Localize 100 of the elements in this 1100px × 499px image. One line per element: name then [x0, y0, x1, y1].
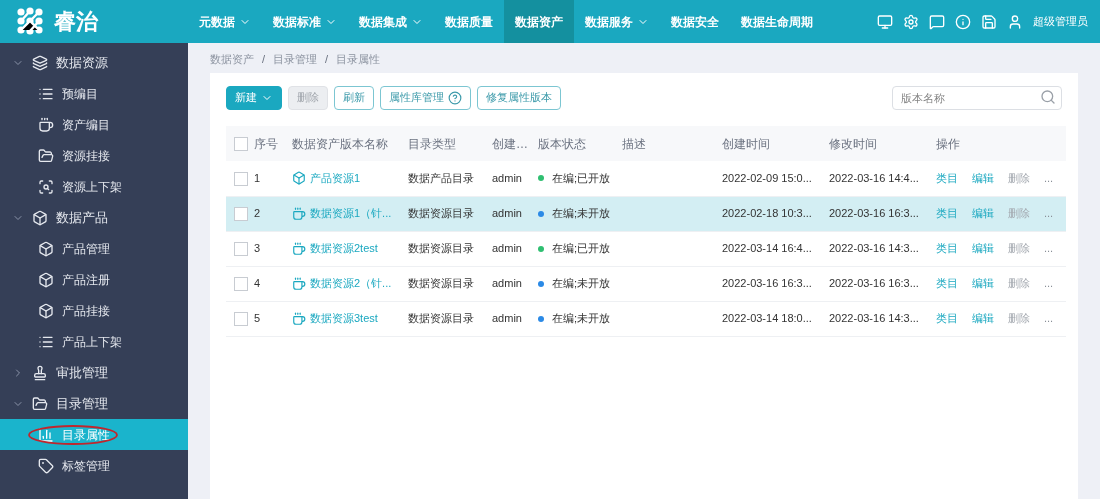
table-cell: 2022-03-16 14:3...: [829, 231, 936, 266]
status-text: 在编;已开放: [552, 171, 611, 186]
sidebar-item[interactable]: 预编目: [0, 78, 188, 109]
version-link[interactable]: 数据资源3test: [310, 310, 378, 327]
action-link[interactable]: 编辑: [972, 310, 994, 327]
version-link[interactable]: 数据资源2test: [310, 240, 378, 257]
action-link[interactable]: 删除: [1008, 275, 1030, 292]
action-link[interactable]: ...: [1044, 275, 1054, 292]
version-link[interactable]: 数据资源2（针...: [310, 275, 392, 292]
table-cell: 1: [254, 161, 292, 196]
action-link[interactable]: 删除: [1008, 240, 1030, 257]
sidebar-item[interactable]: 产品挂接: [0, 295, 188, 326]
sidebar-group[interactable]: 目录管理: [0, 388, 188, 419]
table-cell: 2022-03-16 16:3...: [829, 266, 936, 301]
toolbar-button[interactable]: 属性库管理: [380, 85, 471, 110]
nav-tab[interactable]: 数据质量: [434, 0, 504, 43]
cube-icon: [32, 209, 48, 226]
item-label: 产品管理: [62, 240, 110, 258]
nav-tab[interactable]: 元数据: [188, 0, 262, 43]
row-checkbox[interactable]: [234, 277, 248, 292]
sidebar-group[interactable]: 数据产品: [0, 202, 188, 233]
sidebar-item[interactable]: 资源挂接: [0, 140, 188, 171]
cube-icon: [38, 240, 54, 257]
column-header: 目录类型: [408, 126, 492, 161]
sidebar-item[interactable]: 目录属性: [0, 419, 188, 450]
table-cell: 数据资源目录: [408, 231, 492, 266]
action-link[interactable]: 类目: [936, 170, 958, 187]
sidebar-group[interactable]: 审批管理: [0, 357, 188, 388]
sidebar-item[interactable]: 产品管理: [0, 233, 188, 264]
table-cell: 数据资源目录: [408, 266, 492, 301]
action-link[interactable]: 删除: [1008, 205, 1030, 222]
sidebar-item[interactable]: 产品上下架: [0, 326, 188, 357]
action-link[interactable]: 类目: [936, 240, 958, 257]
row-checkbox[interactable]: [234, 312, 248, 327]
table-cell: admin: [492, 266, 538, 301]
logo-icon: [16, 6, 46, 37]
cube-icon: [292, 171, 306, 186]
info-icon[interactable]: [955, 13, 971, 30]
table-cell: 数据资源目录: [408, 196, 492, 231]
action-link[interactable]: ...: [1044, 205, 1054, 222]
row-checkbox[interactable]: [234, 207, 248, 222]
row-checkbox[interactable]: [234, 172, 248, 187]
action-link[interactable]: 类目: [936, 310, 958, 327]
table-cell: 2: [254, 196, 292, 231]
breadcrumb-separator: /: [262, 51, 266, 67]
column-header: 序号: [254, 126, 292, 161]
breadcrumb-item[interactable]: 目录属性: [336, 50, 381, 68]
table-cell: 2022-03-16 14:3...: [829, 301, 936, 336]
user-name[interactable]: 超级管理员: [1033, 13, 1088, 30]
nav-tab[interactable]: 数据服务: [574, 0, 660, 43]
action-link[interactable]: 编辑: [972, 205, 994, 222]
action-link[interactable]: 编辑: [972, 275, 994, 292]
table-cell: 2022-03-14 16:4...: [722, 231, 829, 266]
breadcrumb-separator: /: [325, 51, 329, 67]
table-row[interactable]: 3 数据资源2test 数据资源目录 admin 在编;已开放 2022-03-14 16:4... 2022-03-16 14:3... 类目 编辑 删除 ...: [226, 231, 1066, 266]
row-checkbox[interactable]: [234, 242, 248, 257]
group-label: 数据产品: [56, 208, 108, 227]
table-cell: 2022-03-14 18:0...: [722, 301, 829, 336]
sidebar-item[interactable]: 标签管理: [0, 450, 188, 481]
user-icon[interactable]: [1007, 13, 1023, 30]
action-link[interactable]: ...: [1044, 170, 1054, 187]
table-row[interactable]: 5 数据资源3test 数据资源目录 admin 在编;未开放 2022-03-14 18:0... 2022-03-16 14:3... 类目 编辑 删除 ...: [226, 301, 1066, 336]
group-label: 目录管理: [56, 394, 108, 413]
version-link[interactable]: 数据资源1（针...: [310, 205, 392, 222]
action-link[interactable]: ...: [1044, 240, 1054, 257]
action-link[interactable]: 类目: [936, 205, 958, 222]
action-link[interactable]: 编辑: [972, 170, 994, 187]
monitor-icon[interactable]: [877, 13, 893, 30]
nav-tab[interactable]: 数据生命周期: [730, 0, 824, 43]
toolbar-button[interactable]: 修复属性版本: [477, 85, 561, 110]
breadcrumb-item[interactable]: 目录管理: [273, 50, 318, 68]
table-cell: 5: [254, 301, 292, 336]
stamp-icon: [32, 364, 48, 381]
table-cell: 4: [254, 266, 292, 301]
message-icon[interactable]: [929, 13, 945, 30]
toolbar-button[interactable]: 新建: [226, 85, 282, 110]
search-field[interactable]: 版本名称: [892, 86, 1062, 110]
sidebar-item[interactable]: 资产编目: [0, 109, 188, 140]
nav-tab[interactable]: 数据集成: [348, 0, 434, 43]
settings-icon[interactable]: [903, 13, 919, 30]
action-link[interactable]: 删除: [1008, 170, 1030, 187]
nav-tab[interactable]: 数据标准: [262, 0, 348, 43]
save-icon[interactable]: [981, 13, 997, 30]
table-cell: 2022-02-09 15:0...: [722, 161, 829, 196]
table-row[interactable]: 4 数据资源2（针... 数据资源目录 admin 在编;未开放 2022-03-16 16:3... 2022-03-16 16:3... 类目 编辑 删除 ...: [226, 266, 1066, 301]
sidebar-group[interactable]: 数据资源: [0, 47, 188, 78]
nav-tab[interactable]: 数据安全: [660, 0, 730, 43]
action-link[interactable]: 编辑: [972, 240, 994, 257]
sidebar-item[interactable]: 产品注册: [0, 264, 188, 295]
sidebar-item[interactable]: 资源上下架: [0, 171, 188, 202]
select-all-checkbox[interactable]: [234, 137, 248, 152]
breadcrumb-item[interactable]: 数据资产: [210, 50, 254, 68]
action-link[interactable]: 类目: [936, 275, 958, 292]
table-row[interactable]: 1 产品资源1 数据产品目录 admin 在编;已开放 2022-02-09 15:0... 2022-03-16 14:4... 类目 编辑 删除 ...: [226, 161, 1066, 196]
version-link[interactable]: 产品资源1: [310, 170, 361, 187]
item-label: 产品上下架: [62, 333, 122, 351]
action-link[interactable]: ...: [1044, 310, 1054, 327]
toolbar-button[interactable]: 刷新: [334, 85, 374, 110]
action-link[interactable]: 删除: [1008, 310, 1030, 327]
nav-tab[interactable]: 数据资产: [504, 0, 574, 43]
